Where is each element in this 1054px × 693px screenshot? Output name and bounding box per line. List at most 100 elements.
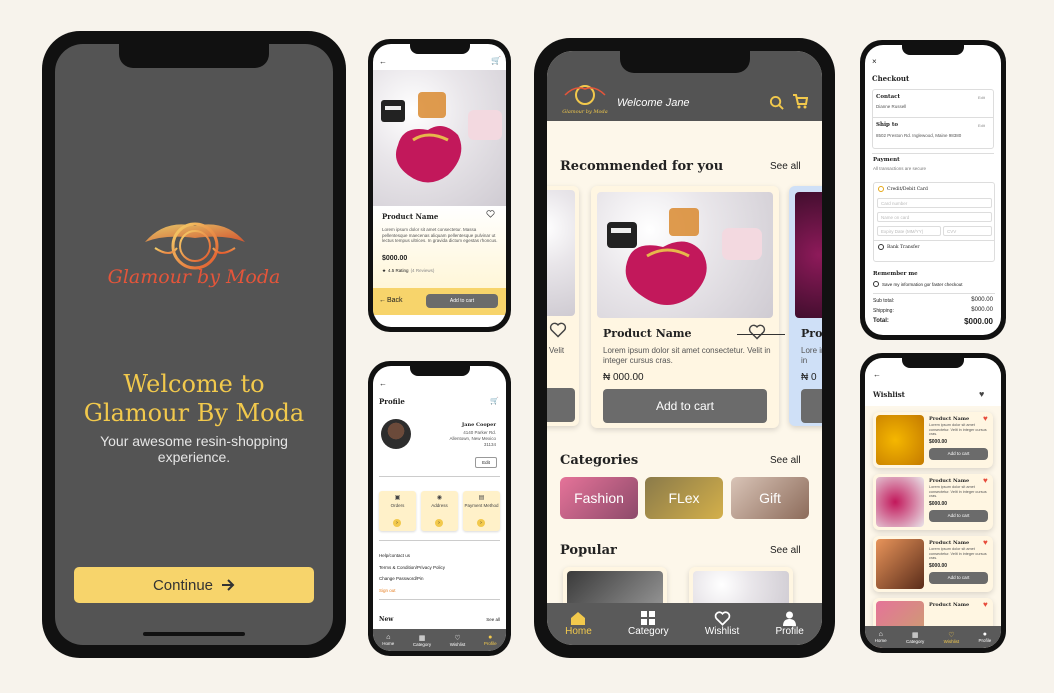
welcome-title-line1: Welcome to [123,370,265,398]
category-gift[interactable]: Gift [731,477,809,519]
nav-home[interactable]: ⌂ Home [382,634,394,646]
product-card[interactable]: Product Name Lorem ipsum dolor sit amet … [591,186,785,428]
pin-icon: ◉ [436,495,443,501]
category-flex[interactable]: FLex [645,477,723,519]
heart-filled-icon[interactable]: ♥ [983,414,988,423]
rating-text: 4.5 Rating [388,268,409,273]
nav-home[interactable]: Home [565,611,592,637]
heart-icon[interactable] [549,322,567,338]
nav-wishlist[interactable]: Wishlist [705,611,739,637]
wishlist-item[interactable]: Product Name ♥ Lorem ipsum dolor sit amet … [873,474,993,530]
nav-wishlist[interactable]: ♡ Wishlist [450,634,466,647]
link-terms[interactable]: Terms & Condition/Privacy Policy [379,565,445,570]
nav-category[interactable]: Category [628,611,669,637]
product-name: Product Name [929,540,970,546]
heart-icon[interactable] [748,324,766,340]
tile-label: Orders [390,503,405,508]
add-to-cart-button[interactable]: Add to cart [929,510,988,522]
wishlist-item[interactable]: Product Name ♥ Lorem ipsum dolor sit amet … [873,536,993,592]
add-to-cart-button[interactable]: Add to cart [929,572,988,584]
nav-wishlist[interactable]: ♡ Wishlist [944,631,960,644]
total-value: $000.00 [964,317,993,326]
shipping-label: Shipping: [873,308,894,314]
nav-home[interactable]: ⌂ Home [875,631,887,643]
back-arrow-icon[interactable]: ← [379,57,387,66]
nav-profile[interactable]: Profile [775,611,804,637]
nav-label: Category [906,638,925,644]
bank-transfer-radio[interactable]: Bank Transfer [878,244,920,250]
contact-edit[interactable]: Edit [978,95,985,100]
categories-title: Categories [560,453,639,468]
see-all-link[interactable]: See all [486,617,500,622]
add-to-cart-button[interactable]: Add to cart [603,389,767,423]
remember-checkbox[interactable]: Save my information gor faster checkout [873,281,963,287]
grid-icon: ▦ [418,634,426,642]
home-indicator [143,632,245,636]
nav-category[interactable]: ▦ Category [413,634,431,647]
nav-profile[interactable]: ● Profile [484,634,497,646]
product-card-partial-right[interactable]: Pro Lore in in ₦ 0 [789,186,822,426]
add-to-cart-button[interactable]: Add to cart [929,448,988,460]
cart-icon[interactable]: 🛒 [491,56,501,65]
reviews-text: (4 Reviews) [410,268,435,273]
wishlist-item[interactable]: Product Name ♥ Lorem ipsum dolor sit amet … [873,412,993,468]
continue-button[interactable]: Continue [74,567,314,603]
add-to-cart-button[interactable]: Add to cart [426,294,498,308]
wallet-icon: ▤ [478,495,485,501]
add-to-cart-button[interactable] [547,388,575,422]
cart-icon[interactable] [792,94,808,109]
edit-profile-button[interactable]: Edit [475,457,497,468]
category-fashion[interactable]: Fashion [560,477,638,519]
back-arrow-icon[interactable]: ← [873,370,881,379]
product-card-partial-left[interactable]: Velit [547,186,579,426]
nav-label: Profile [483,641,497,646]
bank-label: Bank Transfer [887,244,920,250]
search-icon[interactable] [769,95,784,110]
profile-tile-address[interactable]: ◉ Address › [421,491,458,531]
categories-see-all[interactable]: See all [770,455,801,466]
popular-see-all[interactable]: See all [770,545,801,556]
profile-address-3: 31134 [483,442,496,447]
credit-card-radio[interactable]: Credit/Debit Card [878,186,928,192]
payment-label: Payment [873,157,900,163]
card-number-input[interactable]: Card number [877,198,992,208]
cart-icon[interactable]: 🛒 [490,397,499,405]
home-phone: Glamour by Moda Welcome Jane Recommended… [534,38,835,658]
shipping-value: $000.00 [971,307,993,313]
expiry-input[interactable]: Expiry Date (MM/YY) [877,226,941,236]
product-desc: Lorem ipsum dolor sit amet consectetur. … [929,547,987,560]
product-name: Product Name [603,327,692,340]
link-help[interactable]: Help/contact us [379,553,410,558]
nav-label: Category [628,626,669,637]
product-description: Lorem ipsum dolor sit amet consectetur. … [382,227,498,243]
heart-filled-icon[interactable]: ♥ [983,476,988,485]
heart-filled-icon[interactable]: ♥ [983,600,988,609]
product-price: $000.00 [929,439,948,445]
product-image [547,190,575,316]
bag-icon: ▣ [394,495,401,501]
divider [379,540,500,541]
product-name: Pro [801,327,822,340]
close-icon[interactable]: × [872,57,877,66]
product-detail-screen: ← 🛒 Product Name Lorem ipsum dolor sit a… [373,44,506,327]
checkout-title: Checkout [872,74,910,83]
nav-category[interactable]: ▦ Category [906,631,924,644]
product-desc: Lore in in [801,346,822,365]
link-change-password[interactable]: Change Password/Pin [379,576,424,581]
arrow-right-icon [221,579,235,591]
back-button[interactable]: ← Back [379,297,403,304]
profile-tile-orders[interactable]: ▣ Orders › [379,491,416,531]
cvv-input[interactable]: CVV [943,226,992,236]
divider [872,153,994,154]
recommended-see-all[interactable]: See all [770,161,801,172]
back-arrow-icon[interactable]: ← [379,379,387,388]
sign-out-link[interactable]: Sign out [379,588,396,593]
heart-icon[interactable] [486,210,495,218]
radio-unselected [878,244,884,250]
add-to-cart-button[interactable] [801,389,822,423]
heart-filled-icon[interactable]: ♥ [983,538,988,547]
nav-profile[interactable]: ● Profile [979,631,992,643]
name-on-card-input[interactable]: Name on card [877,212,992,222]
ship-edit[interactable]: Edit [978,123,985,128]
profile-tile-payment-method[interactable]: ▤ Payment Method › [463,491,500,531]
